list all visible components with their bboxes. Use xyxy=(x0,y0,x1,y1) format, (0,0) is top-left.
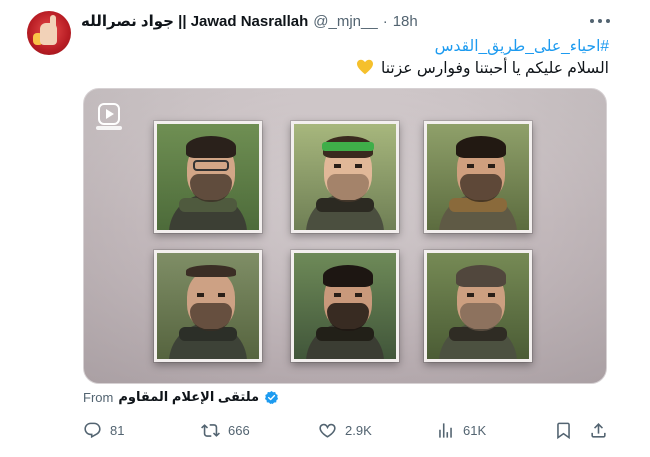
bookmark-icon xyxy=(557,422,570,439)
like-count: 2.9K xyxy=(345,422,372,438)
verified-badge-icon xyxy=(265,390,279,404)
more-options-icon[interactable] xyxy=(590,14,610,28)
reply-count: 81 xyxy=(110,422,125,438)
source-account-name[interactable]: ملتقى الإعلام المقاوم xyxy=(118,389,259,405)
repost-button[interactable]: 666 xyxy=(201,418,250,442)
portrait-photo-1 xyxy=(154,121,262,233)
tweet: جواد نصرالله || Jawad Nasrallah @_mjn__ … xyxy=(0,0,650,457)
avatar-finger xyxy=(50,15,56,29)
video-play-badge-icon xyxy=(96,103,122,133)
bookmark-button[interactable] xyxy=(554,418,573,442)
display-name[interactable]: جواد نصرالله || Jawad Nasrallah xyxy=(81,12,308,30)
yellow-heart-icon xyxy=(356,59,373,75)
separator-dot: · xyxy=(382,12,388,30)
like-button[interactable]: 2.9K xyxy=(318,418,372,442)
reply-button[interactable]: 81 xyxy=(83,418,124,442)
views-count: 61K xyxy=(463,422,487,438)
tweet-header: جواد نصرالله || Jawad Nasrallah @_mjn__ … xyxy=(81,10,418,32)
hashtag-link[interactable]: #احياء_على_طريق_القدس xyxy=(89,36,609,58)
source-prefix: From xyxy=(83,389,114,405)
portrait-photo-3 xyxy=(424,121,532,233)
reply-icon xyxy=(84,422,101,438)
views-chart-icon xyxy=(439,422,452,438)
repost-count: 666 xyxy=(228,422,250,438)
avatar[interactable] xyxy=(27,11,71,55)
tweet-body-line: السلام عليكم يا أحبتنا وفوارس عزتنا xyxy=(89,58,609,80)
video-media[interactable] xyxy=(83,88,607,384)
timestamp[interactable]: 18h xyxy=(393,13,418,30)
portrait-photo-4 xyxy=(154,250,262,362)
views-button[interactable]: 61K xyxy=(436,418,486,442)
tweet-body-text: السلام عليكم يا أحبتنا وفوارس عزتنا xyxy=(381,60,609,77)
portrait-photo-6 xyxy=(424,250,532,362)
tweet-text: #احياء_على_طريق_القدس السلام عليكم يا أح… xyxy=(89,36,609,80)
like-heart-icon xyxy=(319,423,336,438)
media-source: From ملتقى الإعلام المقاوم xyxy=(83,388,279,406)
share-icon xyxy=(591,422,606,438)
repost-icon xyxy=(201,423,220,437)
user-handle[interactable]: @_mjn__ xyxy=(313,13,377,30)
share-button[interactable] xyxy=(589,418,608,442)
portrait-photo-2 xyxy=(291,121,399,233)
tweet-actions: 81 666 2.9K 61K xyxy=(0,418,650,442)
portrait-photo-5 xyxy=(291,250,399,362)
